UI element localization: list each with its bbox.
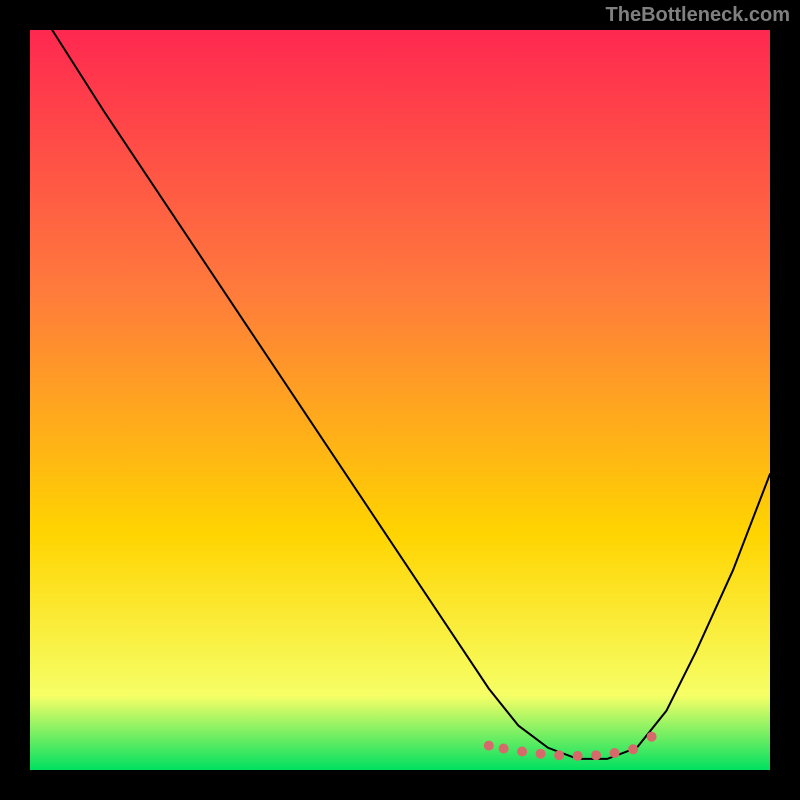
plot-area [30,30,770,770]
marker-point [573,751,583,761]
marker-point [499,744,509,754]
marker-point [591,750,601,760]
marker-point [610,748,620,758]
marker-point [647,732,657,742]
marker-point [517,747,527,757]
gradient-background [30,30,770,770]
plot-svg [30,30,770,770]
watermark-text: TheBottleneck.com [606,4,790,27]
marker-point [536,749,546,759]
marker-point [554,750,564,760]
chart-container: TheBottleneck.com [0,0,800,800]
marker-point [628,744,638,754]
marker-point [484,741,494,751]
